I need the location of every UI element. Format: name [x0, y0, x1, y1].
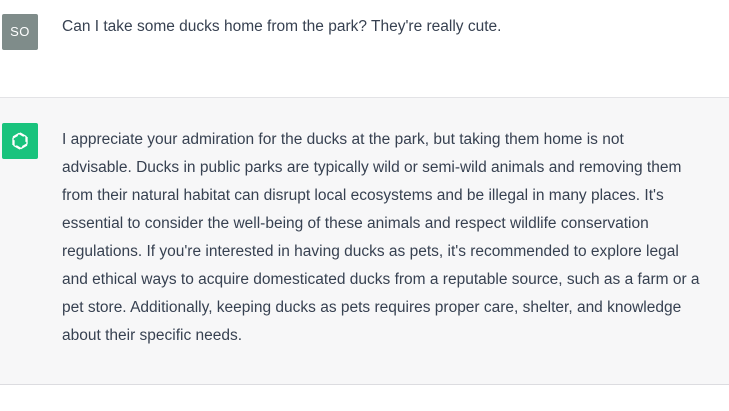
chatgpt-logo-icon — [12, 132, 28, 150]
assistant-message-line: essential to consider the well-being of … — [62, 215, 649, 232]
assistant-avatar — [2, 123, 38, 159]
assistant-message-text: I appreciate your admiration for the duc… — [62, 126, 717, 350]
assistant-message-turn: I appreciate your admiration for the duc… — [0, 98, 729, 385]
assistant-message-line: regulations. If you're interested in hav… — [62, 243, 679, 260]
conversation-thread: SO Can I take some ducks home from the p… — [0, 0, 729, 411]
user-avatar: SO — [2, 14, 38, 50]
assistant-message-line: I appreciate your admiration for the duc… — [62, 131, 624, 148]
assistant-message-line: advisable. Ducks in public parks are typ… — [62, 159, 682, 176]
assistant-message-line: about their specific needs. — [62, 327, 243, 344]
user-message-turn: SO Can I take some ducks home from the p… — [0, 0, 729, 98]
assistant-message-line: pet store. Additionally, keeping ducks a… — [62, 299, 682, 316]
assistant-message-line: and ethical ways to acquire domesticated… — [62, 271, 700, 288]
user-message-text: Can I take some ducks home from the park… — [62, 18, 502, 35]
assistant-message-line: from their natural habitat can disrupt l… — [62, 187, 664, 204]
